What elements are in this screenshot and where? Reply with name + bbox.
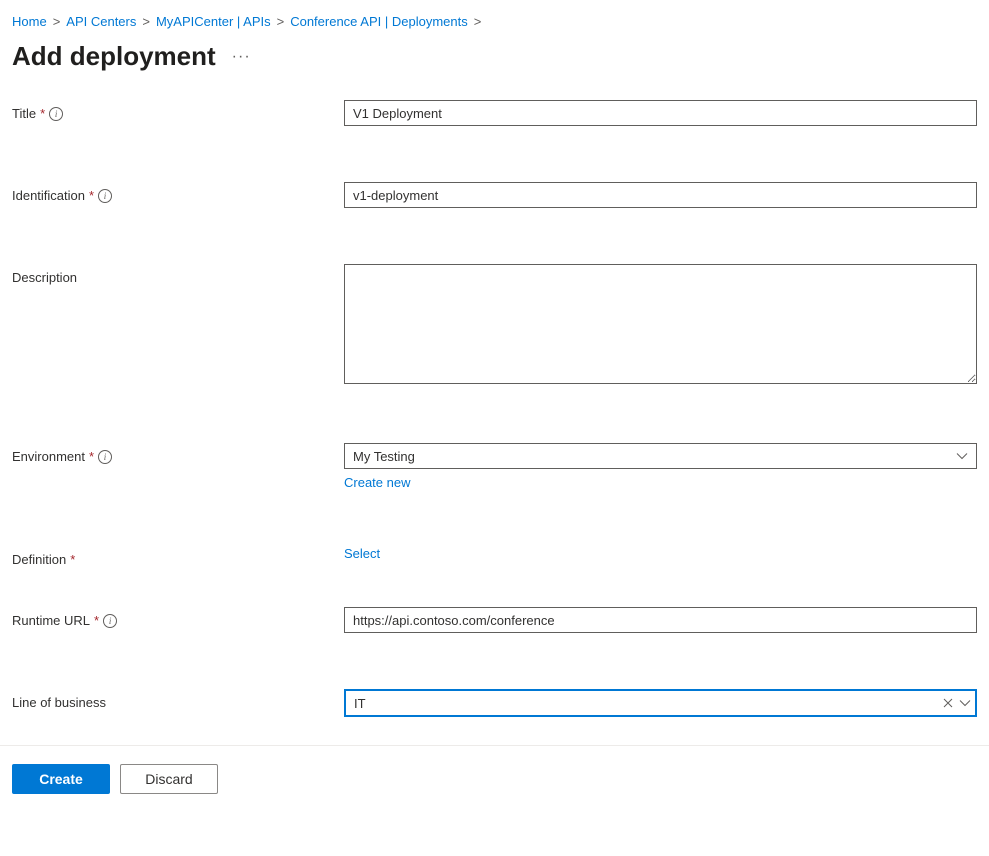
description-textarea[interactable]: [344, 264, 977, 384]
row-identification: Identification * i: [12, 182, 977, 208]
breadcrumb-conference-api-deployments[interactable]: Conference API | Deployments: [290, 14, 468, 29]
page-header: Add deployment ···: [0, 35, 989, 100]
chevron-right-icon: >: [277, 14, 285, 29]
required-indicator: *: [70, 552, 75, 567]
line-of-business-label: Line of business: [12, 695, 106, 710]
row-title: Title * i: [12, 100, 977, 126]
environment-select[interactable]: My Testing: [344, 443, 977, 469]
environment-selected-value: My Testing: [353, 449, 415, 464]
create-button[interactable]: Create: [12, 764, 110, 794]
required-indicator: *: [40, 106, 45, 121]
chevron-right-icon: >: [474, 14, 482, 29]
info-icon[interactable]: i: [98, 450, 112, 464]
environment-label: Environment: [12, 449, 85, 464]
breadcrumb-home[interactable]: Home: [12, 14, 47, 29]
form: Title * i Identification * i Description…: [0, 100, 989, 717]
line-of-business-combo[interactable]: IT: [344, 689, 977, 717]
runtime-url-label: Runtime URL: [12, 613, 90, 628]
identification-label: Identification: [12, 188, 85, 203]
chevron-down-icon: [956, 450, 968, 462]
required-indicator: *: [89, 449, 94, 464]
runtime-url-input[interactable]: [344, 607, 977, 633]
discard-button[interactable]: Discard: [120, 764, 218, 794]
identification-input[interactable]: [344, 182, 977, 208]
footer-actions: Create Discard: [0, 746, 989, 812]
info-icon[interactable]: i: [49, 107, 63, 121]
info-icon[interactable]: i: [98, 189, 112, 203]
page-title: Add deployment: [12, 41, 216, 72]
line-of-business-value: IT: [354, 696, 937, 711]
title-label: Title: [12, 106, 36, 121]
row-line-of-business: Line of business IT: [12, 689, 977, 717]
breadcrumb-my-api-center[interactable]: MyAPICenter | APIs: [156, 14, 271, 29]
more-icon[interactable]: ···: [232, 48, 251, 66]
clear-icon[interactable]: [937, 692, 959, 714]
title-input[interactable]: [344, 100, 977, 126]
row-runtime-url: Runtime URL * i: [12, 607, 977, 633]
description-label: Description: [12, 270, 77, 285]
chevron-right-icon: >: [142, 14, 150, 29]
definition-select-link[interactable]: Select: [344, 546, 380, 561]
row-description: Description: [12, 264, 977, 387]
chevron-down-icon: [959, 697, 971, 709]
row-environment: Environment * i My Testing Create new: [12, 443, 977, 490]
breadcrumb-api-centers[interactable]: API Centers: [66, 14, 136, 29]
required-indicator: *: [89, 188, 94, 203]
chevron-right-icon: >: [53, 14, 61, 29]
create-new-environment-link[interactable]: Create new: [344, 475, 410, 490]
info-icon[interactable]: i: [103, 614, 117, 628]
row-definition: Definition * Select: [12, 546, 977, 567]
definition-label: Definition: [12, 552, 66, 567]
breadcrumb: Home > API Centers > MyAPICenter | APIs …: [0, 0, 989, 35]
required-indicator: *: [94, 613, 99, 628]
